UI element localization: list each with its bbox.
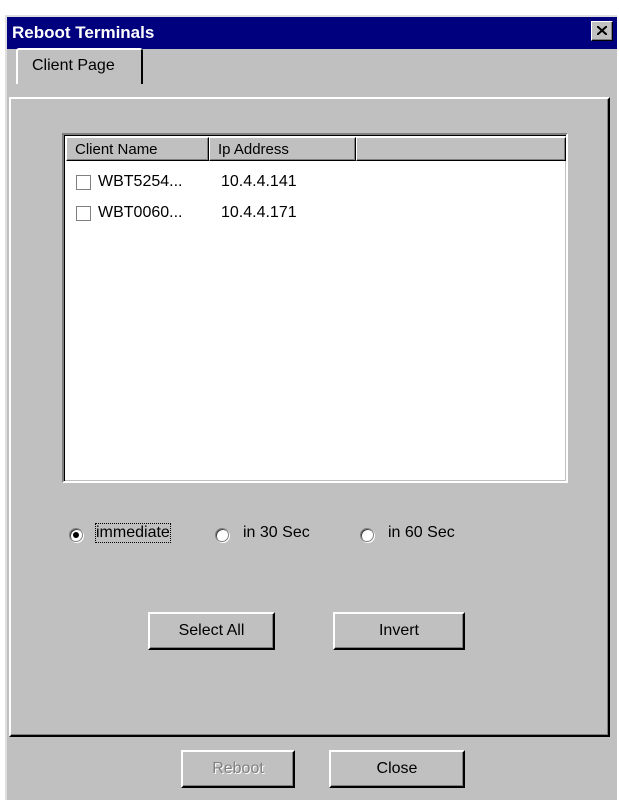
column-header-ip-address[interactable]: Ip Address xyxy=(209,137,356,161)
row-checkbox[interactable] xyxy=(76,206,91,221)
column-header-client-name[interactable]: Client Name xyxy=(66,137,209,161)
radio-selected-dot xyxy=(73,532,79,538)
list-item[interactable]: WBT5254... 10.4.4.141 xyxy=(76,171,556,195)
radio-label-immediate[interactable]: immediate xyxy=(95,523,171,543)
radio-immediate[interactable] xyxy=(69,528,83,542)
ip-address: 10.4.4.141 xyxy=(221,173,297,190)
window-title: Reboot Terminals xyxy=(12,23,155,42)
radio-label-in-60-sec[interactable]: in 60 Sec xyxy=(388,524,455,542)
close-button[interactable]: Close xyxy=(329,750,465,788)
invert-button[interactable]: Invert xyxy=(333,612,465,650)
client-name: WBT0060... xyxy=(98,204,183,221)
close-icon xyxy=(597,26,607,35)
close-window-button[interactable] xyxy=(591,21,613,41)
ip-address: 10.4.4.171 xyxy=(221,204,297,221)
reboot-button[interactable]: Reboot xyxy=(181,750,295,788)
title-bar[interactable]: Reboot Terminals xyxy=(7,17,617,49)
list-item[interactable]: WBT0060... 10.4.4.171 xyxy=(76,202,556,226)
column-header-empty[interactable] xyxy=(356,137,566,161)
radio-label-in-30-sec[interactable]: in 30 Sec xyxy=(243,524,310,542)
column-header-label: Client Name xyxy=(75,141,158,158)
client-name: WBT5254... xyxy=(98,173,183,190)
select-all-button[interactable]: Select All xyxy=(148,612,275,650)
client-list[interactable]: Client Name Ip Address WBT5254... 10.4.4… xyxy=(62,133,568,483)
list-header: Client Name Ip Address xyxy=(66,137,566,161)
radio-in-60-sec[interactable] xyxy=(360,528,374,542)
radio-in-30-sec[interactable] xyxy=(215,528,229,542)
column-header-label: Ip Address xyxy=(218,141,289,158)
tab-client-page[interactable]: Client Page xyxy=(16,48,143,84)
tab-label: Client Page xyxy=(32,57,115,74)
row-checkbox[interactable] xyxy=(76,175,91,190)
